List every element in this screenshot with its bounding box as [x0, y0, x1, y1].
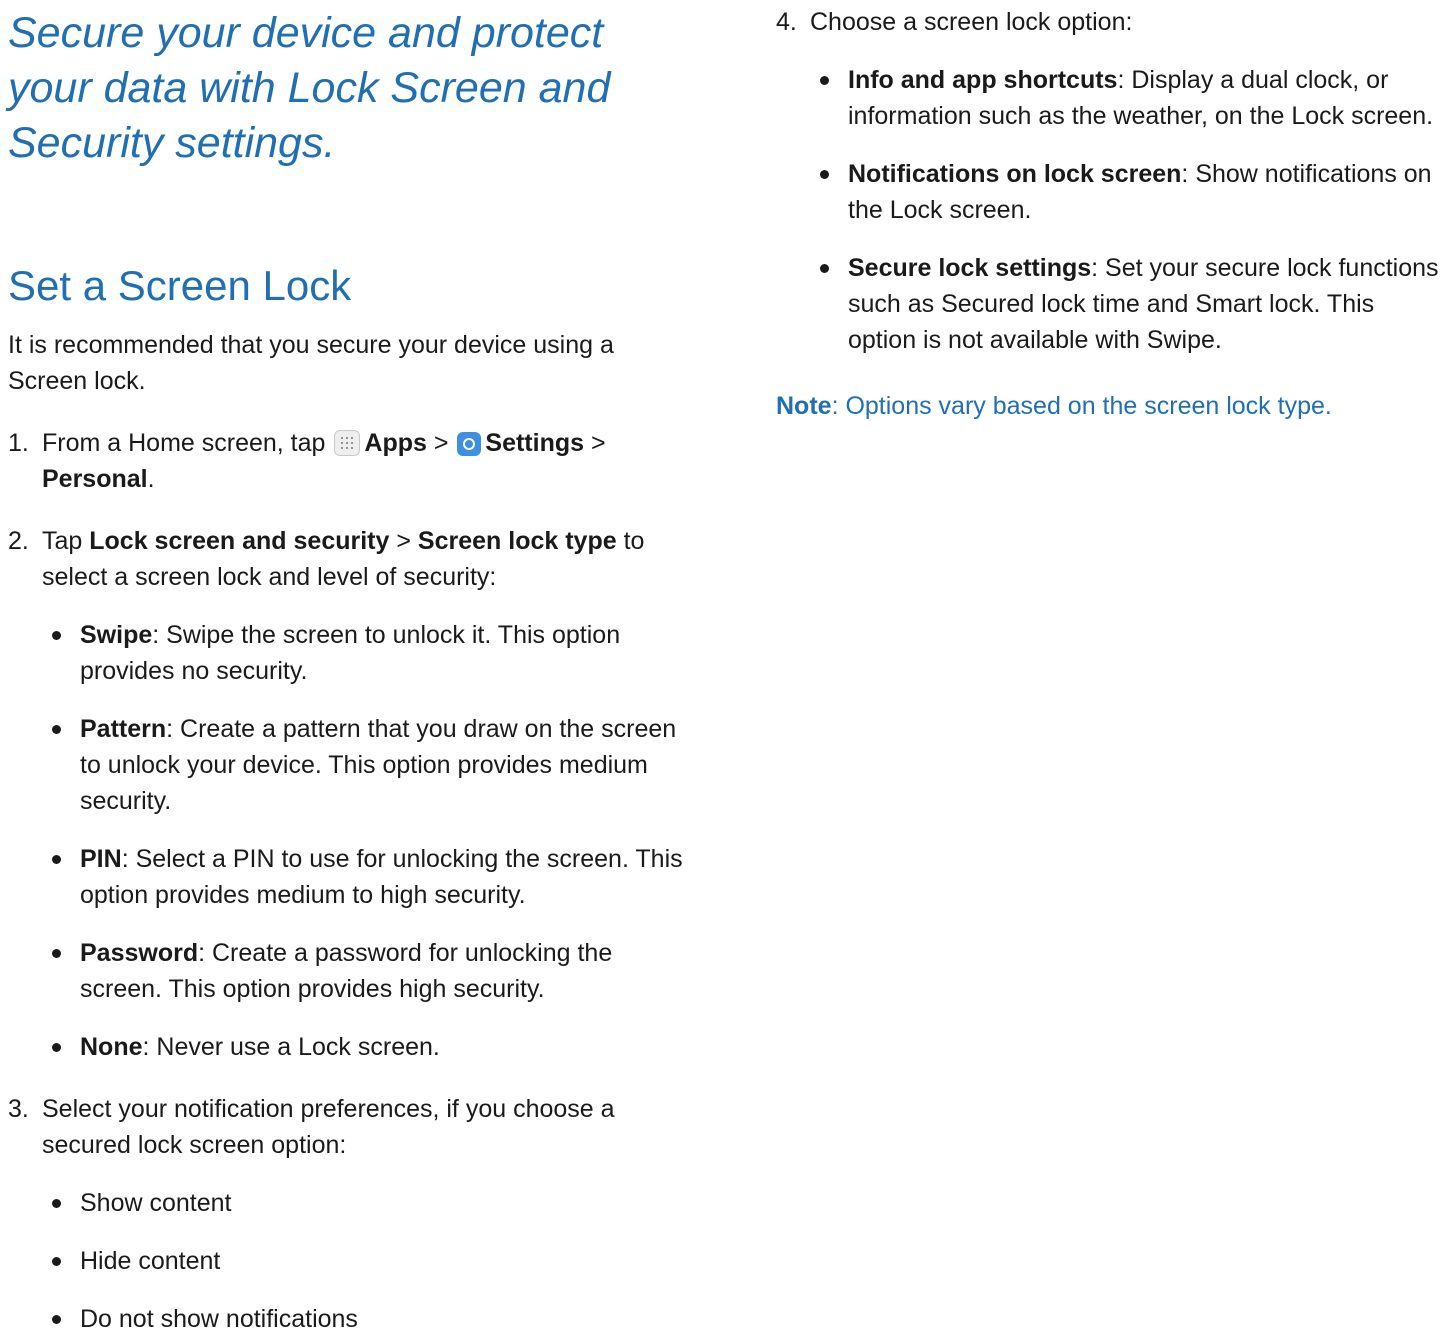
step-number: 1.: [8, 429, 29, 457]
step-1: 1. From a Home screen, tap Apps > Settin…: [8, 425, 698, 497]
item-term: Swipe: [80, 621, 153, 649]
screen-lock-type-label: Screen lock type: [417, 527, 617, 555]
right-column: 4. Choose a screen lock option: Info and…: [776, 0, 1446, 449]
note: Note: Options vary based on the screen l…: [776, 388, 1446, 424]
separator: >: [433, 429, 449, 457]
step-text: Choose a screen lock option:: [810, 8, 1133, 36]
item-desc: : Swipe the screen to unlock it. This op…: [80, 621, 621, 685]
personal-label: Personal: [42, 465, 148, 493]
item-term: PIN: [80, 845, 122, 873]
apps-label: Apps: [364, 429, 427, 457]
settings-label: Settings: [485, 429, 585, 457]
list-item: Pattern: Create a pattern that you draw …: [42, 711, 698, 819]
list-item: None: Never use a Lock screen.: [42, 1029, 698, 1065]
item-term: Info and app shortcuts: [848, 66, 1118, 94]
list-item: PIN: Select a PIN to use for unlocking t…: [42, 841, 698, 913]
note-label: Note: [776, 392, 832, 420]
step-number: 4.: [776, 8, 797, 36]
lock-screen-security-label: Lock screen and security: [89, 527, 390, 555]
step-2: 2. Tap Lock screen and security > Screen…: [8, 523, 698, 1065]
step-text: Tap: [42, 527, 83, 555]
list-item: Swipe: Swipe the screen to unlock it. Th…: [42, 617, 698, 689]
list-item: Secure lock settings: Set your secure lo…: [810, 250, 1446, 358]
item-desc: : Never use a Lock screen.: [142, 1033, 440, 1061]
item-term: Secure lock settings: [848, 254, 1092, 282]
list-item: Password: Create a password for unlockin…: [42, 935, 698, 1007]
separator: >: [396, 527, 411, 555]
step-text: Select your notification preferences, if…: [42, 1095, 615, 1159]
step-number: 2.: [8, 527, 29, 555]
left-column: Secure your device and protect your data…: [8, 0, 698, 1337]
list-item: Hide content: [42, 1243, 698, 1279]
section-title: Set a Screen Lock: [8, 262, 352, 309]
item-term: Pattern: [80, 715, 167, 743]
item-term: Notifications on lock screen: [848, 160, 1182, 188]
period: .: [147, 465, 155, 493]
lead-paragraph: It is recommended that you secure your d…: [8, 331, 614, 395]
step-4: 4. Choose a screen lock option: Info and…: [776, 4, 1446, 358]
list-item: Notifications on lock screen: Show notif…: [810, 156, 1446, 228]
item-desc: : Create a pattern that you draw on the …: [80, 715, 677, 815]
lock-type-list: Swipe: Swipe the screen to unlock it. Th…: [42, 617, 698, 1065]
settings-gear-icon: [457, 432, 482, 456]
notification-pref-list: Show content Hide content Do not show no…: [42, 1185, 698, 1337]
lock-option-list: Info and app shortcuts: Display a dual c…: [810, 62, 1446, 358]
step-3: 3. Select your notification preferences,…: [8, 1091, 698, 1337]
steps-list: 1. From a Home screen, tap Apps > Settin…: [8, 425, 698, 1337]
item-desc: : Select a PIN to use for unlocking the …: [80, 845, 683, 909]
list-item: Do not show notifications: [42, 1301, 698, 1337]
apps-grid-icon: [334, 430, 361, 456]
step-text: From a Home screen, tap: [42, 429, 326, 457]
note-text: : Options vary based on the screen lock …: [831, 392, 1332, 420]
item-term: Password: [80, 939, 199, 967]
item-term: None: [80, 1033, 143, 1061]
steps-list-continued: 4. Choose a screen lock option: Info and…: [776, 4, 1446, 358]
list-item: Info and app shortcuts: Display a dual c…: [810, 62, 1446, 134]
step-number: 3.: [8, 1095, 29, 1123]
intro-heading: Secure your device and protect your data…: [8, 9, 611, 167]
list-item: Show content: [42, 1185, 698, 1221]
separator: >: [590, 429, 606, 457]
